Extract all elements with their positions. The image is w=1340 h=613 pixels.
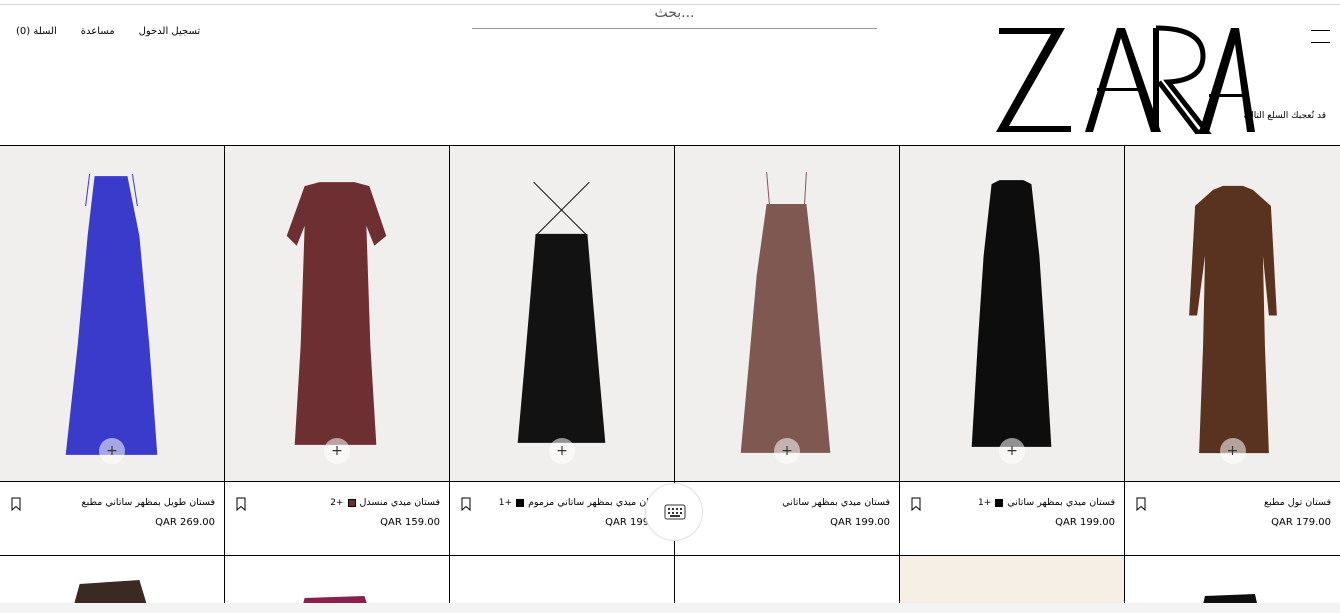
bottom-bar xyxy=(0,603,1340,613)
product-price: QAR 199.00 xyxy=(1055,517,1115,528)
bookmark-icon[interactable] xyxy=(911,497,921,511)
product-info: فستان ميدي بمظهر ساتاني QAR 199.00 xyxy=(675,490,899,554)
dress-image xyxy=(740,172,831,453)
product-name: فستان تول مطبع xyxy=(1263,497,1331,508)
product-name-row[interactable]: فستان ميدي منسدل +2 xyxy=(330,497,440,508)
recommendation-heading: قد تُعجبك السلع التالية xyxy=(1243,111,1326,121)
extra-colors: +1 xyxy=(978,497,992,508)
product-image[interactable]: + xyxy=(0,146,224,482)
product-name: فستان طويل بمظهر ساتاني مطبع xyxy=(81,497,215,508)
product-info: فستان ميدي منسدل +2 QAR 159.00 xyxy=(225,490,449,554)
dress-image xyxy=(65,174,158,455)
dress-image xyxy=(971,180,1052,447)
product-name: فستان ميدي بمظهر ساتاني xyxy=(1007,497,1115,508)
product-price: QAR 199.00 xyxy=(830,517,890,528)
product-card[interactable]: + فستان تول مطبع QAR 179.00 xyxy=(1125,146,1340,555)
color-swatch[interactable] xyxy=(516,498,525,507)
add-to-cart-icon[interactable]: + xyxy=(999,438,1025,464)
product-image[interactable]: + xyxy=(675,146,899,482)
search-input[interactable]: بحث... xyxy=(472,4,877,29)
add-to-cart-icon[interactable]: + xyxy=(99,438,125,464)
site-header: السلة (0) مساعدة تسجيل الدخول بحث... قد … xyxy=(0,0,1340,146)
keyboard-button[interactable] xyxy=(645,483,703,541)
zara-logo[interactable] xyxy=(993,24,1258,135)
product-name-row[interactable]: فستان ميدي بمظهر ساتاني +1 xyxy=(978,497,1115,508)
add-to-cart-icon[interactable]: + xyxy=(549,438,575,464)
product-info: فستان طويل بمظهر ساتاني مطبع QAR 269.00 xyxy=(0,490,224,554)
bookmark-icon[interactable] xyxy=(11,497,21,511)
product-card[interactable]: + فستان ميدي بمظهر ساتاني QAR 199.00 xyxy=(675,146,900,555)
bookmark-icon[interactable] xyxy=(1136,497,1146,511)
product-name-row[interactable]: فستان ميدي بمظهر ساتاني xyxy=(782,497,890,508)
product-price: QAR 159.00 xyxy=(380,517,440,528)
product-name-row[interactable]: فستان ميدي بمظهر ساتاني مزموم +1 xyxy=(499,497,665,508)
dress-image xyxy=(517,181,606,443)
help-link[interactable]: مساعدة xyxy=(81,26,115,37)
color-swatch[interactable] xyxy=(995,498,1004,507)
product-card[interactable]: + فستان ميدي بمظهر ساتاني +1 QAR 199.00 xyxy=(900,146,1125,555)
product-name: فستان ميدي منسدل xyxy=(359,497,441,508)
cart-link[interactable]: السلة (0) xyxy=(16,26,57,37)
product-image[interactable]: + xyxy=(450,146,674,482)
dress-image xyxy=(1189,185,1277,454)
product-name-row[interactable]: فستان تول مطبع xyxy=(1264,497,1331,508)
product-image[interactable]: + xyxy=(1125,146,1340,482)
product-info: فستان تول مطبع QAR 179.00 xyxy=(1125,490,1340,554)
product-image[interactable]: + xyxy=(225,146,449,482)
extra-colors: +2 xyxy=(330,497,344,508)
extra-colors: +1 xyxy=(498,497,513,508)
product-price: QAR 179.00 xyxy=(1271,517,1331,528)
product-info: فستان ميدي بمظهر ساتاني مزموم +1 QAR 199.… xyxy=(450,490,674,554)
add-to-cart-icon[interactable]: + xyxy=(1219,438,1246,464)
bookmark-icon[interactable] xyxy=(461,497,471,511)
add-to-cart-icon[interactable]: + xyxy=(774,438,800,464)
product-image[interactable]: + xyxy=(900,146,1124,482)
product-info: فستان ميدي بمظهر ساتاني +1 QAR 199.00 xyxy=(900,490,1124,554)
menu-icon[interactable] xyxy=(1311,28,1330,44)
product-name-row[interactable]: فستان طويل بمظهر ساتاني مطبع xyxy=(82,497,215,508)
dress-image xyxy=(286,182,387,445)
product-card[interactable]: + فستان ميدي بمظهر ساتاني مزموم +1 QAR 19… xyxy=(450,146,675,555)
product-name: فستان ميدي بمظهر ساتاني xyxy=(782,497,890,508)
product-price: QAR 269.00 xyxy=(155,517,215,528)
search-placeholder: بحث... xyxy=(654,5,695,21)
color-swatch[interactable] xyxy=(347,498,356,507)
add-to-cart-icon[interactable]: + xyxy=(324,438,350,464)
product-card[interactable]: + فستان طويل بمظهر ساتاني مطبع QAR 269.0… xyxy=(0,146,225,555)
bookmark-icon[interactable] xyxy=(236,497,246,511)
header-nav: السلة (0) مساعدة تسجيل الدخول xyxy=(16,26,200,37)
keyboard-icon xyxy=(664,504,686,520)
zara-logo-mark xyxy=(996,25,1255,135)
product-card[interactable]: + فستان ميدي منسدل +2 QAR 159.00 xyxy=(225,146,450,555)
login-link[interactable]: تسجيل الدخول xyxy=(139,26,201,37)
